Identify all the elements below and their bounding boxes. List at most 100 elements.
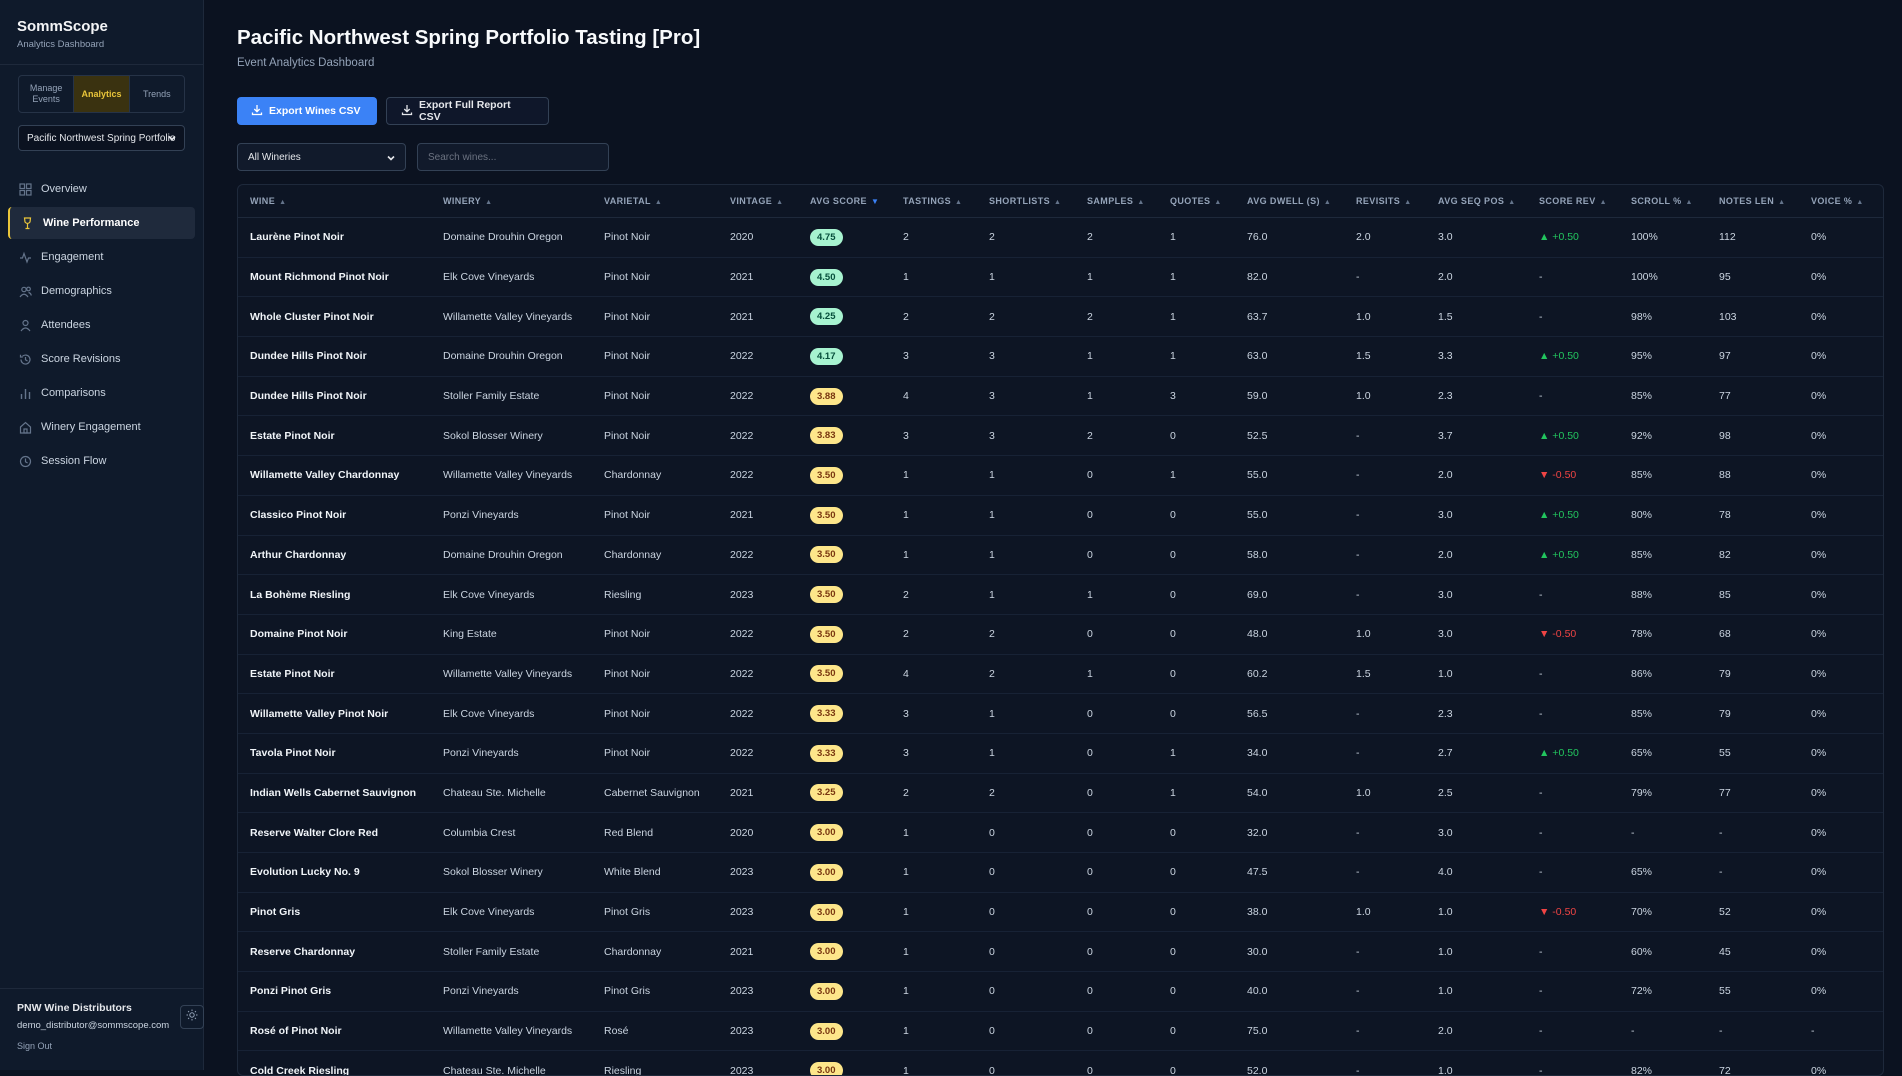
sidebar: SommScope Analytics Dashboard Manage Eve… [0,0,204,1070]
sidebar-item-attendees[interactable]: Attendees [8,309,195,341]
table-row[interactable]: Estate Pinot NoirSokol Blosser WineryPin… [238,416,1883,456]
column-header-varietal[interactable]: VARIETAL▲ [592,185,718,218]
table-row[interactable]: Pinot GrisElk Cove VineyardsPinot Gris20… [238,892,1883,932]
sidebar-item-demographics[interactable]: Demographics [8,275,195,307]
column-header-tastings[interactable]: TASTINGS▲ [891,185,977,218]
sidebar-item-score-revisions[interactable]: Score Revisions [8,343,195,375]
column-header-score-rev[interactable]: SCORE REV▲ [1527,185,1619,218]
sidebar-item-comparisons[interactable]: Comparisons [8,377,195,409]
search-input[interactable] [417,143,609,171]
cell-winery: Ponzi Vineyards [431,495,592,535]
cell-quotes: 0 [1158,495,1235,535]
table-row[interactable]: Classico Pinot NoirPonzi VineyardsPinot … [238,495,1883,535]
column-header-label: AVG DWELL (S) [1247,196,1320,206]
cell-winery: Domaine Drouhin Oregon [431,218,592,258]
cell-voice: 0% [1799,495,1883,535]
event-select[interactable]: Pacific Northwest Spring Portfolio Tasti… [18,125,185,151]
app-name: SommScope [17,18,186,35]
column-header-samples[interactable]: SAMPLES▲ [1075,185,1158,218]
table-row[interactable]: Willamette Valley Pinot NoirElk Cove Vin… [238,694,1883,734]
cell-varietal: Pinot Noir [592,614,718,654]
cell-voice: 0% [1799,257,1883,297]
score-badge: 3.50 [810,665,843,682]
column-header-avg-seq-pos[interactable]: AVG SEQ POS▲ [1426,185,1527,218]
export-wines-button[interactable]: Export Wines CSV [237,97,377,125]
table-row[interactable]: Ponzi Pinot GrisPonzi VineyardsPinot Gri… [238,972,1883,1012]
sidebar-item-session-flow[interactable]: Session Flow [8,445,195,477]
cell-notes-len: 45 [1707,932,1799,972]
cell-notes-len: 112 [1707,218,1799,258]
sidebar-item-wine-performance[interactable]: Wine Performance [8,207,195,239]
theme-toggle-button[interactable] [180,1005,204,1029]
column-header-voice[interactable]: VOICE %▲ [1799,185,1883,218]
table-header-row: WINE▲WINERY▲VARIETAL▲VINTAGE▲AVG SCORE▼T… [238,185,1883,218]
table-row[interactable]: Willamette Valley ChardonnayWillamette V… [238,456,1883,496]
table-row[interactable]: Evolution Lucky No. 9Sokol Blosser Winer… [238,853,1883,893]
column-header-revisits[interactable]: REVISITS▲ [1344,185,1426,218]
cell-vintage: 2022 [718,654,798,694]
cell-avg-seq-pos: 2.0 [1426,456,1527,496]
column-header-scroll[interactable]: SCROLL %▲ [1619,185,1707,218]
column-header-shortlists[interactable]: SHORTLISTS▲ [977,185,1075,218]
table-row[interactable]: Whole Cluster Pinot NoirWillamette Valle… [238,297,1883,337]
column-header-winery[interactable]: WINERY▲ [431,185,592,218]
table-row[interactable]: Cold Creek RieslingChateau Ste. Michelle… [238,1051,1883,1076]
segment-trends[interactable]: Trends [130,76,184,112]
cell-tastings: 3 [891,733,977,773]
cell-varietal: White Blend [592,853,718,893]
cell-vintage: 2020 [718,218,798,258]
column-header-notes-len[interactable]: NOTES LEN▲ [1707,185,1799,218]
sidebar-item-overview[interactable]: Overview [8,173,195,205]
table-row[interactable]: Reserve Walter Clore RedColumbia CrestRe… [238,813,1883,853]
cell-notes-len: 72 [1707,1051,1799,1076]
sidebar-item-winery-engagement[interactable]: Winery Engagement [8,411,195,443]
table-row[interactable]: Dundee Hills Pinot NoirStoller Family Es… [238,376,1883,416]
cell-avg-seq-pos: 2.0 [1426,257,1527,297]
cell-score-rev: - [1527,853,1619,893]
sign-out-link[interactable]: Sign Out [17,1041,187,1051]
cell-winery: Willamette Valley Vineyards [431,297,592,337]
segment-manage-events[interactable]: Manage Events [19,76,74,112]
cell-samples: 0 [1075,495,1158,535]
sidebar-item-engagement[interactable]: Engagement [8,241,195,273]
cell-revisits: - [1344,1011,1426,1051]
table-row[interactable]: Indian Wells Cabernet SauvignonChateau S… [238,773,1883,813]
cell-shortlists: 0 [977,1051,1075,1076]
user-panel: PNW Wine Distributors demo_distributor@s… [0,988,204,1070]
column-header-avg-score[interactable]: AVG SCORE▼ [798,185,891,218]
table-row[interactable]: Rosé of Pinot NoirWillamette Valley Vine… [238,1011,1883,1051]
cell-samples: 0 [1075,813,1158,853]
cell-varietal: Chardonnay [592,456,718,496]
cell-samples: 0 [1075,456,1158,496]
sun-icon [186,1008,198,1026]
cell-tastings: 1 [891,1011,977,1051]
table-row[interactable]: Mount Richmond Pinot NoirElk Cove Vineya… [238,257,1883,297]
column-header-quotes[interactable]: QUOTES▲ [1158,185,1235,218]
cell-avg-score: 4.50 [798,257,891,297]
table-row[interactable]: Arthur ChardonnayDomaine Drouhin OregonC… [238,535,1883,575]
export-report-button[interactable]: Export Full Report CSV [386,97,549,125]
table-row[interactable]: Dundee Hills Pinot NoirDomaine Drouhin O… [238,337,1883,377]
cell-shortlists: 1 [977,535,1075,575]
cell-wine: Willamette Valley Pinot Noir [238,694,431,734]
column-header-avg-dwell-s[interactable]: AVG DWELL (S)▲ [1235,185,1344,218]
segment-analytics[interactable]: Analytics [74,76,129,112]
cell-voice: 0% [1799,575,1883,615]
cell-avg-seq-pos: 1.0 [1426,932,1527,972]
cell-wine: Arthur Chardonnay [238,535,431,575]
cell-winery: Elk Cove Vineyards [431,575,592,615]
column-header-vintage[interactable]: VINTAGE▲ [718,185,798,218]
table-row[interactable]: La Bohème RieslingElk Cove VineyardsRies… [238,575,1883,615]
table-row[interactable]: Domaine Pinot NoirKing EstatePinot Noir2… [238,614,1883,654]
column-header-wine[interactable]: WINE▲ [238,185,431,218]
score-badge: 3.33 [810,705,843,722]
cell-quotes: 0 [1158,932,1235,972]
cell-shortlists: 2 [977,218,1075,258]
table-row[interactable]: Reserve ChardonnayStoller Family EstateC… [238,932,1883,972]
table-row[interactable]: Estate Pinot NoirWillamette Valley Viney… [238,654,1883,694]
table-row[interactable]: Laurène Pinot NoirDomaine Drouhin Oregon… [238,218,1883,258]
winery-filter-select[interactable]: All Wineries [237,143,406,171]
brand: SommScope Analytics Dashboard [0,0,203,65]
table-row[interactable]: Tavola Pinot NoirPonzi VineyardsPinot No… [238,733,1883,773]
user-email: demo_distributor@sommscope.com [17,1020,187,1031]
